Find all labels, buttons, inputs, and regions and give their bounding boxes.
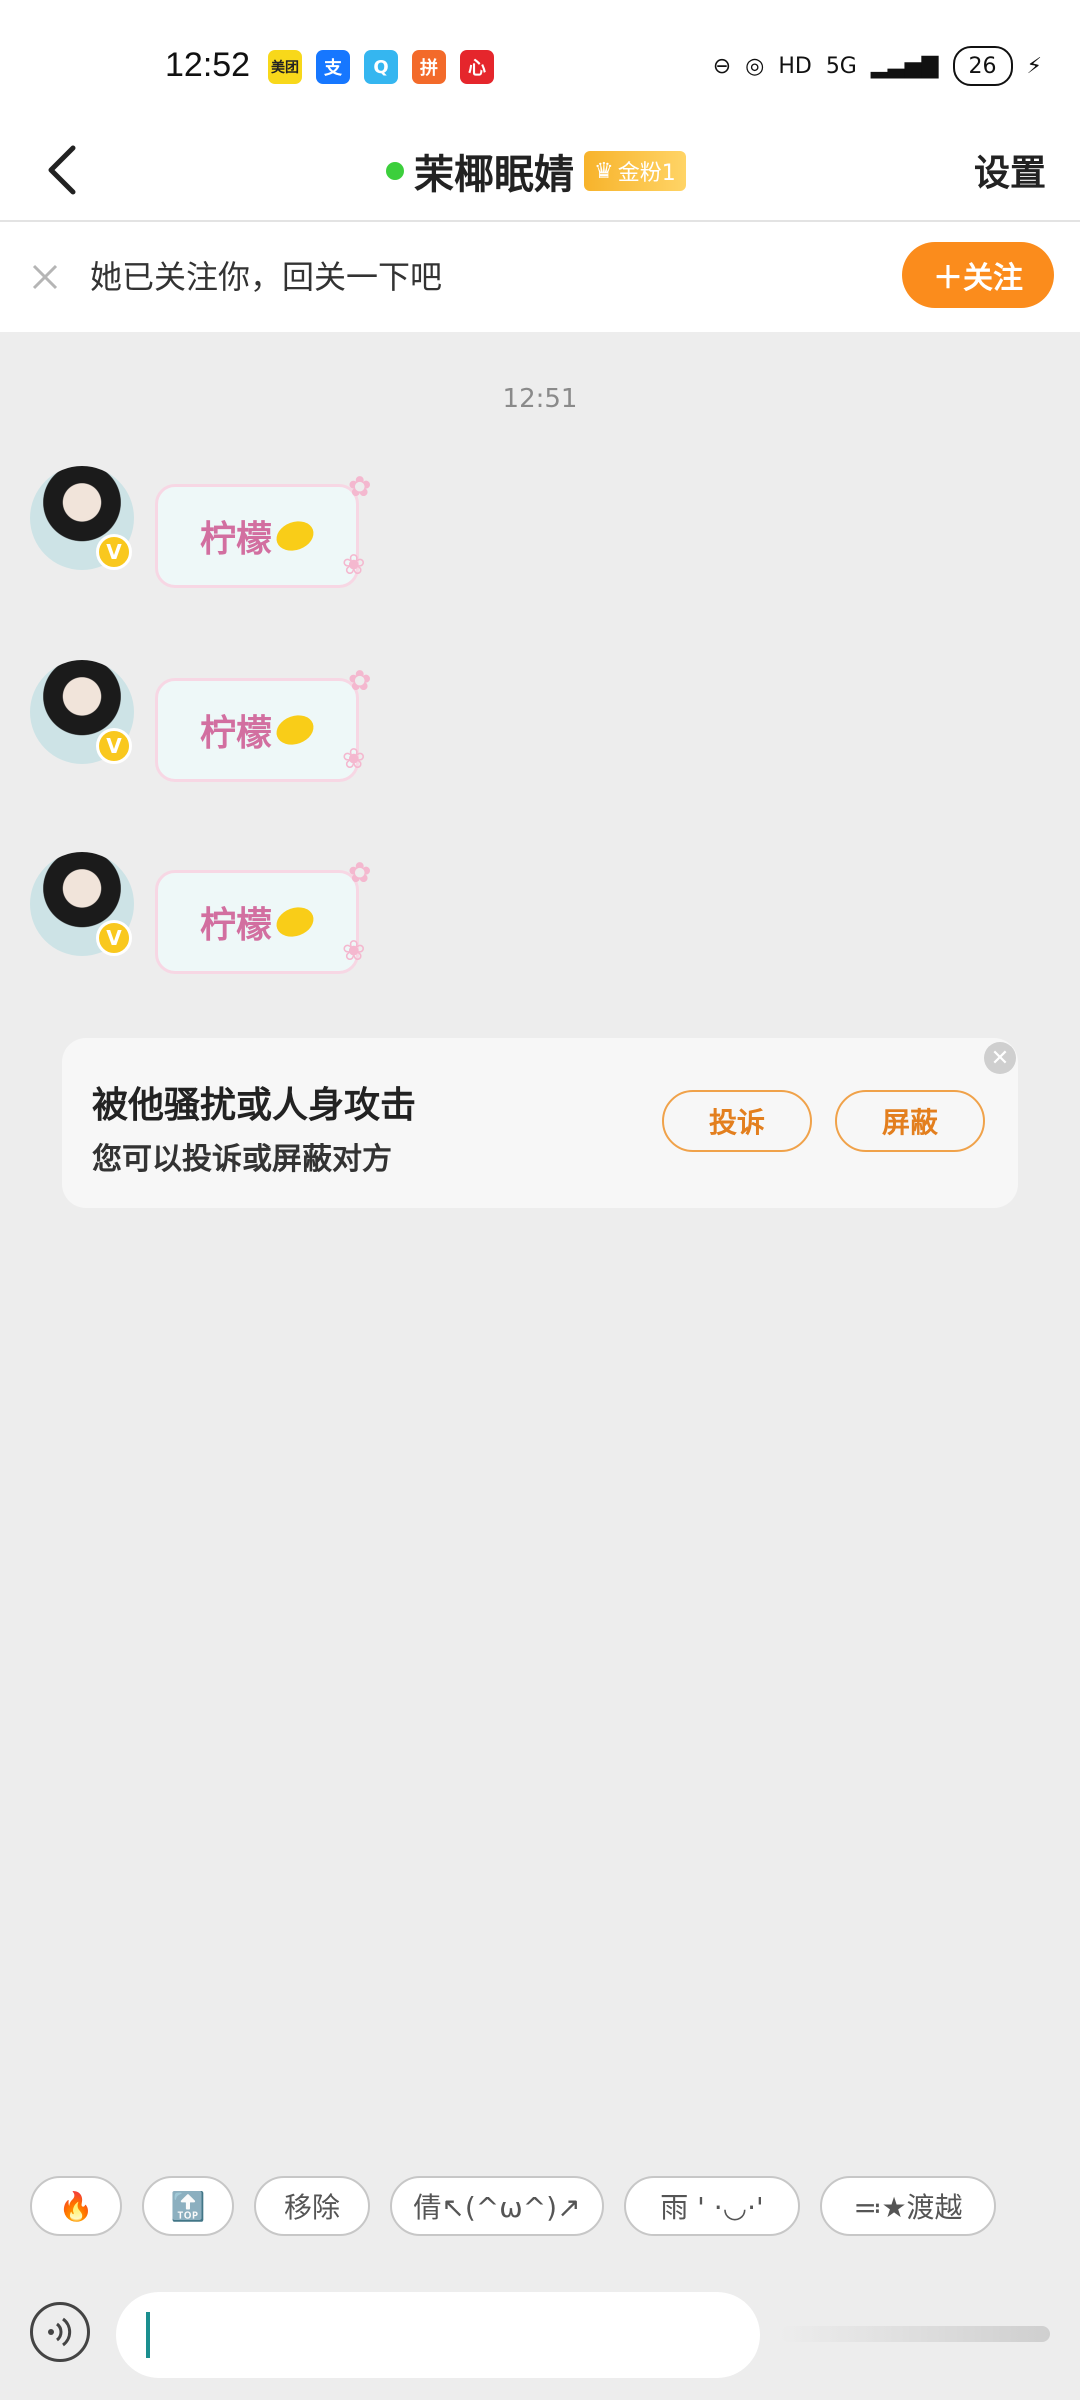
- network-label: 5G: [825, 53, 857, 79]
- message-text: 柠檬: [199, 519, 272, 560]
- message-bubble[interactable]: 柠檬: [155, 484, 359, 588]
- close-icon[interactable]: ✕: [984, 1042, 1016, 1074]
- message-timestamp: 12:51: [502, 384, 578, 414]
- message-bubble[interactable]: 柠檬: [155, 870, 359, 974]
- alipay-icon: 支: [316, 50, 350, 84]
- sync-icon: ⊖: [712, 53, 732, 79]
- crown-icon: ♛: [594, 158, 614, 184]
- close-follow-prompt-button[interactable]: [26, 258, 64, 296]
- chip-remove[interactable]: 移除: [254, 2176, 370, 2236]
- message-input[interactable]: [116, 2292, 760, 2378]
- quick-reply-chips: 🔥 🔝 移除 倩↖(^ω^)↗ 雨 ' ·◡·' ≕★渡越: [0, 2176, 1080, 2276]
- fan-badge-label: 金粉1: [617, 161, 676, 186]
- status-bar: 12:52 美团 支 Q 拼 心 ⊖ ◎ HD 5G ▂▃▅▇ 26 ⚡: [0, 0, 1080, 120]
- complain-button[interactable]: 投诉: [662, 1090, 812, 1152]
- battery-level: 26: [968, 53, 997, 79]
- block-button[interactable]: 屏蔽: [835, 1090, 985, 1152]
- charging-icon: ⚡: [1026, 53, 1042, 79]
- top-icon[interactable]: 🔝: [142, 2176, 234, 2236]
- chip-quick-reply[interactable]: 雨 ' ·◡·': [624, 2176, 800, 2236]
- browser-icon: Q: [364, 50, 398, 84]
- status-time: 12:52: [165, 46, 251, 84]
- message-row: V 柠檬 ✿ ❀: [30, 660, 390, 800]
- message-row: V 柠檬 ✿ ❀: [30, 466, 390, 606]
- verified-icon: V: [96, 534, 132, 570]
- battery-icon: 26: [952, 46, 1013, 86]
- chat-title[interactable]: 茉椰眠婧: [414, 142, 574, 200]
- flower-decoration-icon: ❀: [342, 934, 366, 967]
- bow-decoration-icon: ✿: [348, 856, 372, 889]
- voice-icon: [48, 2317, 72, 2347]
- chat-title-group: 茉椰眠婧 ♛ 金粉1: [386, 142, 686, 200]
- verified-icon: V: [96, 728, 132, 764]
- message-input-bar: [0, 2280, 1080, 2400]
- chip-quick-reply[interactable]: 倩↖(^ω^)↗: [390, 2176, 604, 2236]
- message-bubble[interactable]: 柠檬: [155, 678, 359, 782]
- follow-prompt-text: 她已关注你，回关一下吧: [90, 258, 443, 296]
- follow-prompt-bar: 她已关注你，回关一下吧 ＋关注: [0, 222, 1080, 332]
- text-caret: [146, 2312, 150, 2358]
- nfc-icon: ◎: [745, 53, 765, 79]
- message-text: 柠檬: [199, 713, 272, 754]
- verified-icon: V: [96, 920, 132, 956]
- flower-decoration-icon: ❀: [342, 742, 366, 775]
- message-text: 柠檬: [199, 905, 272, 946]
- online-status-dot: [386, 162, 404, 180]
- report-card-subtitle: 您可以投诉或屏蔽对方: [92, 1142, 392, 1177]
- report-card-title: 被他骚扰或人身攻击: [92, 1085, 417, 1126]
- shop-icon: 拼: [412, 50, 446, 84]
- flower-decoration-icon: ❀: [342, 548, 366, 581]
- status-app-icons: 美团 支 Q 拼 心: [268, 50, 494, 84]
- follow-button[interactable]: ＋关注: [902, 242, 1054, 308]
- back-arrow-icon: [48, 145, 76, 195]
- voice-input-button[interactable]: [30, 2302, 90, 2362]
- lemon-emoji-icon: [272, 902, 318, 942]
- settings-button[interactable]: 设置: [974, 144, 1046, 196]
- meituan-icon: 美团: [268, 50, 302, 84]
- status-right: ⊖ ◎ HD 5G ▂▃▅▇ 26 ⚡: [713, 46, 1042, 86]
- bow-decoration-icon: ✿: [348, 664, 372, 697]
- close-icon: [32, 264, 58, 290]
- lemon-emoji-icon: [272, 710, 318, 750]
- chat-header: 茉椰眠婧 ♛ 金粉1 设置: [0, 120, 1080, 222]
- fire-icon[interactable]: 🔥: [30, 2176, 122, 2236]
- message-row: V 柠檬 ✿ ❀: [30, 852, 390, 992]
- heart-app-icon: 心: [460, 50, 494, 84]
- fan-badge: ♛ 金粉1: [584, 151, 686, 191]
- bow-decoration-icon: ✿: [348, 470, 372, 503]
- hd-icon: HD: [778, 53, 812, 79]
- signal-icon: ▂▃▅▇: [870, 53, 939, 79]
- chip-quick-reply[interactable]: ≕★渡越: [820, 2176, 996, 2236]
- harassment-report-card: 被他骚扰或人身攻击 您可以投诉或屏蔽对方 投诉 屏蔽 ✕: [62, 1038, 1018, 1208]
- lemon-emoji-icon: [272, 516, 318, 556]
- back-button[interactable]: [32, 138, 92, 202]
- input-actions-placeholder: [780, 2326, 1050, 2342]
